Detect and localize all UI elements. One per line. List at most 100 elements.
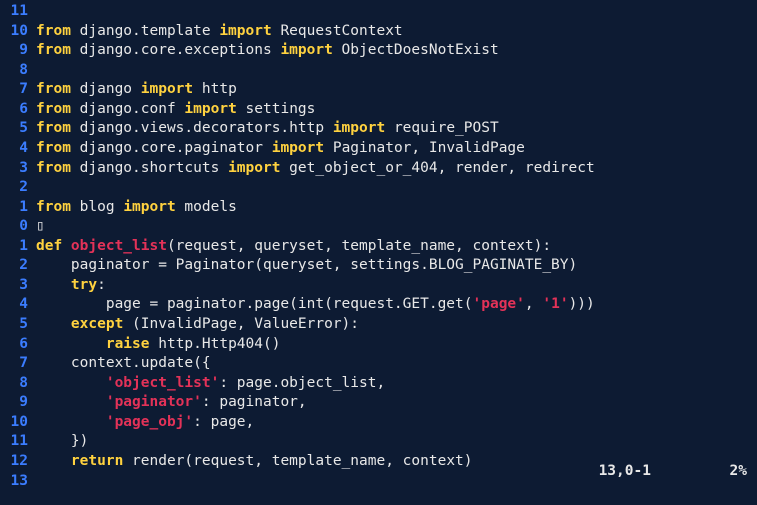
line-content[interactable]: from django import http	[36, 80, 237, 100]
line-content[interactable]: ▯	[36, 217, 45, 237]
line-number: 3	[0, 159, 36, 179]
code-line[interactable]: 1from blog import models	[0, 198, 757, 218]
token-kw-from: from	[36, 199, 71, 215]
token-plain	[36, 414, 106, 430]
token-kw-import: except	[71, 316, 123, 332]
line-number: 10	[0, 22, 36, 42]
line-number: 4	[0, 139, 36, 159]
code-line[interactable]: 7from django import http	[0, 80, 757, 100]
token-plain: : paginator,	[202, 394, 307, 410]
code-area[interactable]: 1110from django.template import RequestC…	[0, 0, 757, 491]
token-plain: models	[176, 199, 237, 215]
line-number: 11	[0, 432, 36, 452]
code-line[interactable]: 4from django.core.paginator import Pagin…	[0, 139, 757, 159]
line-content[interactable]: 'object_list': page.object_list,	[36, 374, 385, 394]
line-content[interactable]: except (InvalidPage, ValueError):	[36, 315, 359, 335]
token-kw-from: from	[36, 120, 71, 136]
line-content[interactable]: 'paginator': paginator,	[36, 393, 307, 413]
line-number: 9	[0, 41, 36, 61]
token-str: 'page'	[473, 296, 525, 312]
line-number: 8	[0, 61, 36, 81]
code-line[interactable]: 1def object_list(request, queryset, temp…	[0, 237, 757, 257]
code-line[interactable]: 5from django.views.decorators.http impor…	[0, 119, 757, 139]
line-content[interactable]: from django.conf import settings	[36, 100, 315, 120]
vim-editor[interactable]: 1110from django.template import RequestC…	[0, 0, 757, 505]
code-line[interactable]: 2 paginator = Paginator(queryset, settin…	[0, 256, 757, 276]
token-plain	[36, 316, 71, 332]
token-plain: http.Http404()	[150, 336, 281, 352]
token-plain: (request, queryset, template_name, conte…	[167, 238, 551, 254]
token-plain	[36, 277, 71, 293]
line-content[interactable]: def object_list(request, queryset, templ…	[36, 237, 551, 257]
line-content[interactable]: from blog import models	[36, 198, 237, 218]
code-line[interactable]: 8 'object_list': page.object_list,	[0, 374, 757, 394]
line-number: 7	[0, 80, 36, 100]
code-line[interactable]: 11	[0, 2, 757, 22]
token-kw-from: from	[36, 42, 71, 58]
line-number: 7	[0, 354, 36, 374]
code-line[interactable]: 9from django.core.exceptions import Obje…	[0, 41, 757, 61]
token-plain	[36, 394, 106, 410]
token-kw-import: import	[219, 23, 271, 39]
code-line[interactable]: 2	[0, 178, 757, 198]
cursor-position: 13,0-1	[599, 463, 651, 479]
token-str: 'object_list'	[106, 375, 220, 391]
line-content[interactable]: raise http.Http404()	[36, 335, 280, 355]
line-content[interactable]: from django.views.decorators.http import…	[36, 119, 499, 139]
code-line[interactable]: 3from django.shortcuts import get_object…	[0, 159, 757, 179]
token-kw-from: from	[36, 140, 71, 156]
line-content[interactable]: page = paginator.page(int(request.GET.ge…	[36, 295, 595, 315]
token-kw-import: def	[36, 238, 71, 254]
token-kw-import: import	[280, 42, 332, 58]
line-content[interactable]: from django.core.exceptions import Objec…	[36, 41, 499, 61]
code-line[interactable]: 6from django.conf import settings	[0, 100, 757, 120]
token-plain: require_POST	[385, 120, 499, 136]
token-plain: django	[71, 81, 141, 97]
token-str: 'page_obj'	[106, 414, 193, 430]
line-content[interactable]: from django.core.paginator import Pagina…	[36, 139, 525, 159]
code-line[interactable]: 3 try:	[0, 276, 757, 296]
code-line[interactable]: 8	[0, 61, 757, 81]
line-content[interactable]: paginator = Paginator(queryset, settings…	[36, 256, 577, 276]
line-content[interactable]: from django.shortcuts import get_object_…	[36, 159, 595, 179]
token-plain: })	[36, 433, 88, 449]
code-line[interactable]: 0▯	[0, 217, 757, 237]
token-kw-import: import	[184, 101, 236, 117]
token-plain: :	[97, 277, 106, 293]
line-content[interactable]: try:	[36, 276, 106, 296]
token-plain: (InvalidPage, ValueError):	[123, 316, 359, 332]
code-line[interactable]: 5 except (InvalidPage, ValueError):	[0, 315, 757, 335]
token-kw-import: import	[123, 199, 175, 215]
code-line[interactable]: 10from django.template import RequestCon…	[0, 22, 757, 42]
line-number: 2	[0, 256, 36, 276]
line-content[interactable]: from django.template import RequestConte…	[36, 22, 403, 42]
line-number: 10	[0, 413, 36, 433]
line-number: 0	[0, 217, 36, 237]
token-plain: ,	[525, 296, 542, 312]
token-func: object_list	[71, 238, 167, 254]
token-plain: page = paginator.page(int(request.GET.ge…	[36, 296, 473, 312]
token-kw-import: import	[141, 81, 193, 97]
line-number: 2	[0, 178, 36, 198]
token-plain: : page.object_list,	[219, 375, 385, 391]
line-number: 6	[0, 100, 36, 120]
token-plain	[36, 375, 106, 391]
line-number: 3	[0, 276, 36, 296]
line-content[interactable]: context.update({	[36, 354, 211, 374]
token-plain: paginator = Paginator(queryset, settings…	[36, 257, 577, 273]
token-str: 'paginator'	[106, 394, 202, 410]
code-line[interactable]: 10 'page_obj': page,	[0, 413, 757, 433]
line-number: 8	[0, 374, 36, 394]
code-line[interactable]: 9 'paginator': paginator,	[0, 393, 757, 413]
code-line[interactable]: 7 context.update({	[0, 354, 757, 374]
token-plain: RequestContext	[272, 23, 403, 39]
token-plain	[36, 453, 71, 469]
code-line[interactable]: 4 page = paginator.page(int(request.GET.…	[0, 295, 757, 315]
token-plain	[36, 336, 106, 352]
line-content[interactable]: 'page_obj': page,	[36, 413, 254, 433]
token-kw-import: raise	[106, 336, 150, 352]
code-line[interactable]: 6 raise http.Http404()	[0, 335, 757, 355]
line-content[interactable]: })	[36, 432, 88, 452]
line-number: 1	[0, 237, 36, 257]
line-content[interactable]: return render(request, template_name, co…	[36, 452, 473, 472]
